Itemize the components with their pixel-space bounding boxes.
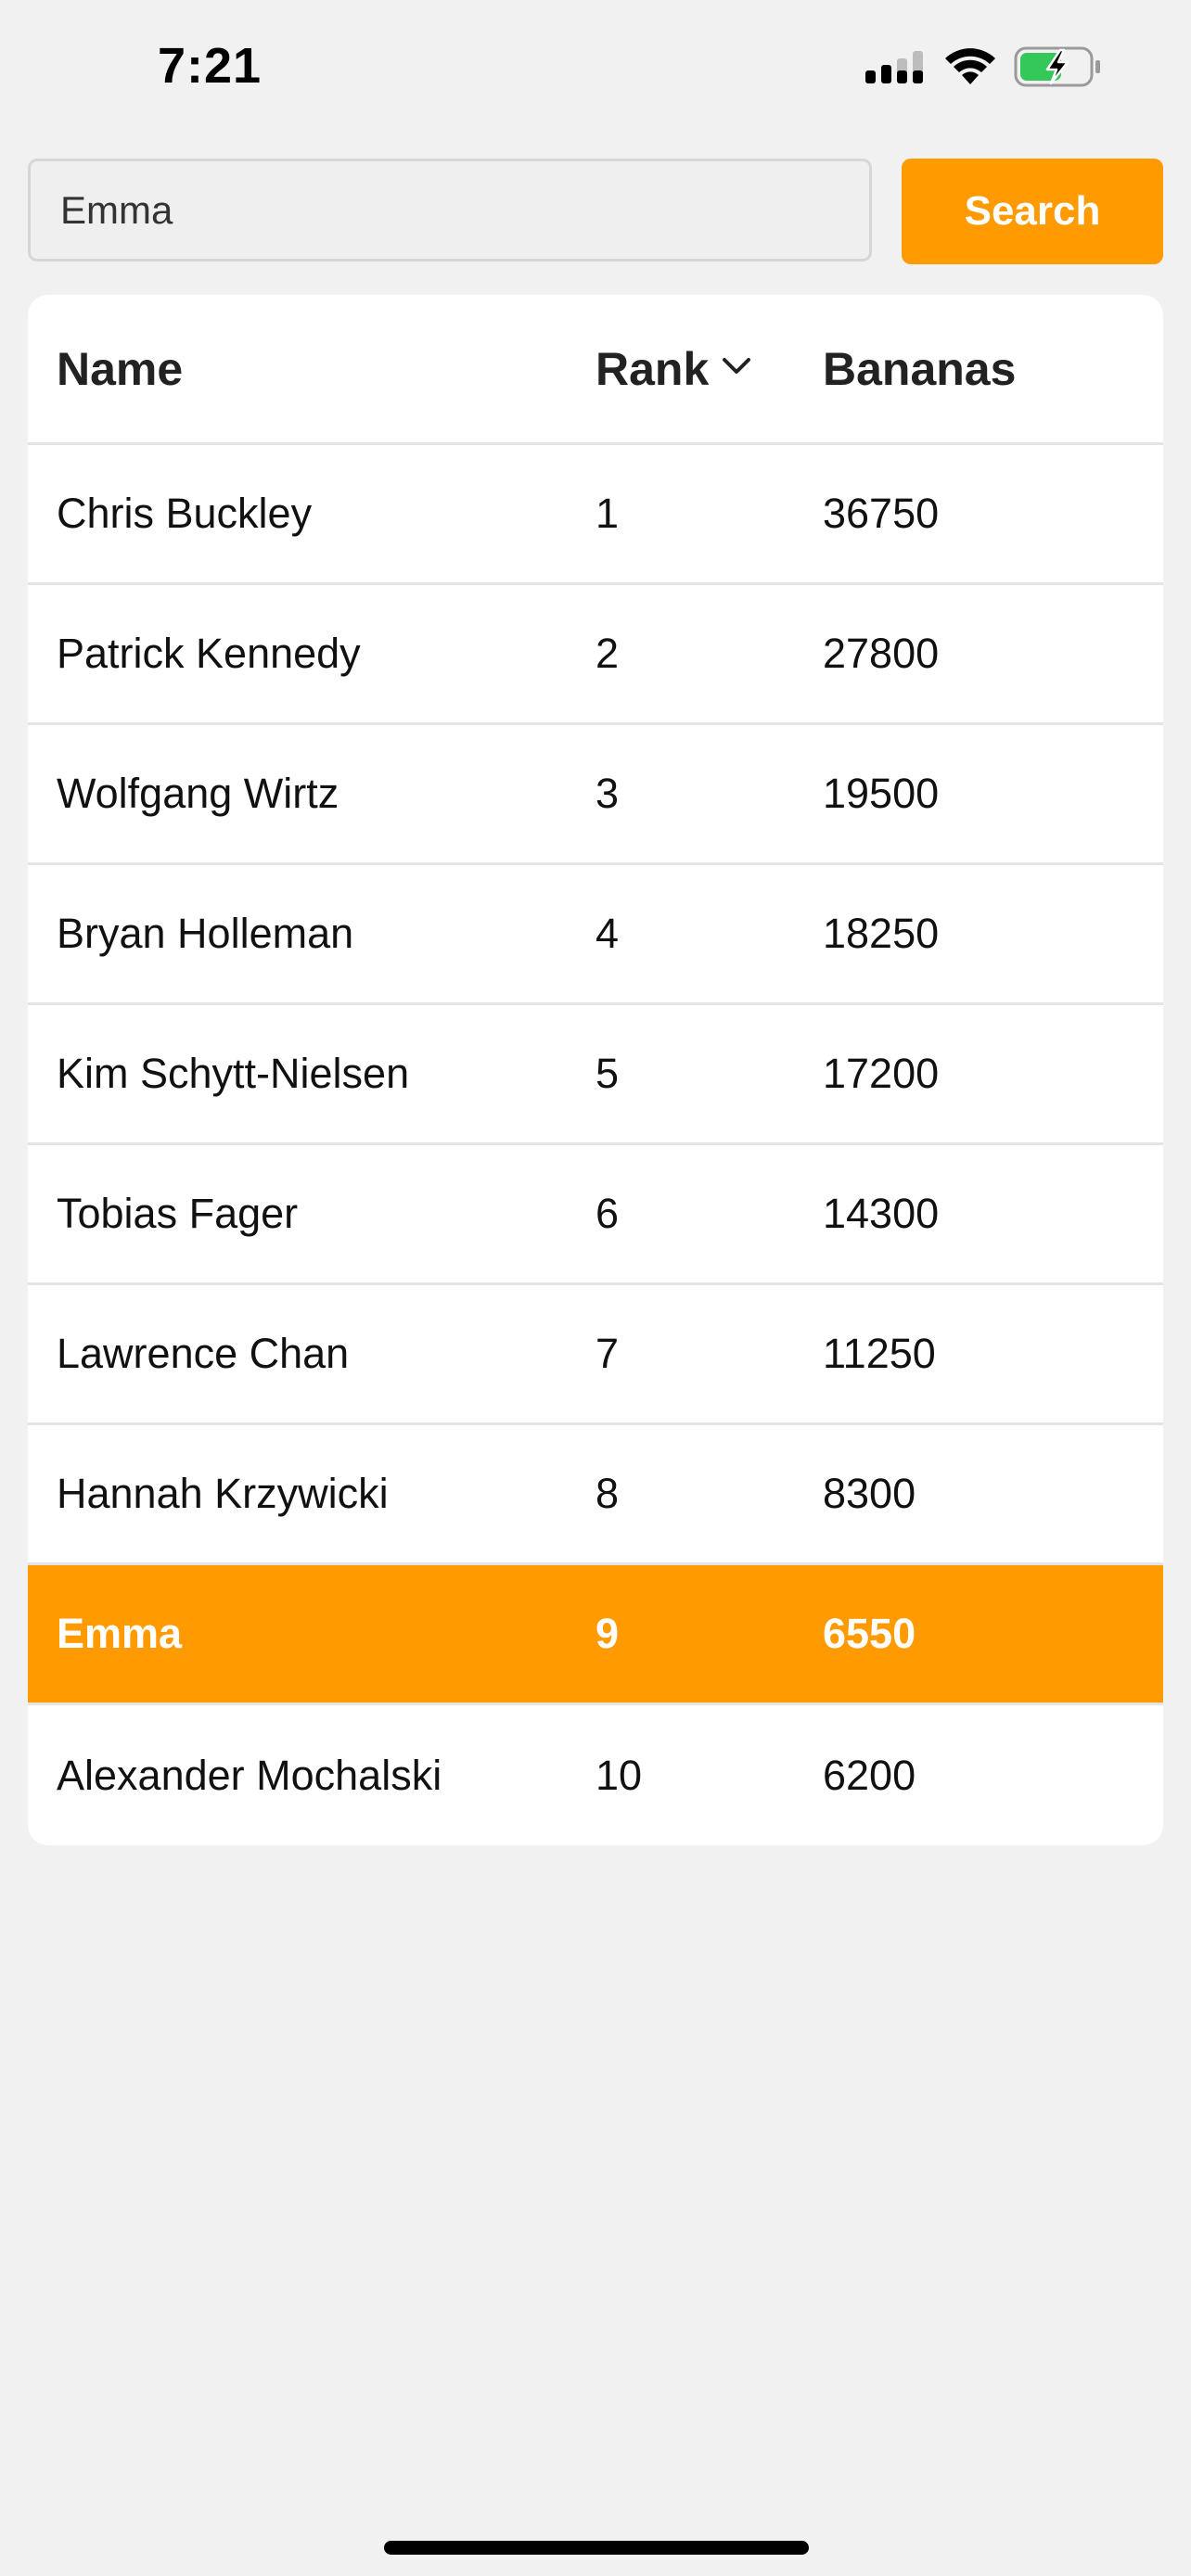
row-rank: 6 (596, 1190, 620, 1237)
table-row[interactable]: Tobias Fager 6 14300 (28, 1145, 1163, 1285)
row-bananas: 19500 (823, 770, 940, 817)
row-name: Emma (57, 1610, 183, 1657)
row-name: Patrick Kennedy (57, 630, 361, 677)
table-row[interactable]: Lawrence Chan 7 11250 (28, 1285, 1163, 1425)
row-rank: 7 (596, 1330, 620, 1377)
row-bananas: 11250 (823, 1330, 936, 1377)
row-bananas: 18250 (823, 910, 940, 957)
table-row[interactable]: Wolfgang Wirtz 3 19500 (28, 725, 1163, 865)
row-name: Kim Schytt-Nielsen (57, 1050, 410, 1097)
column-header-rank[interactable]: Rank (596, 342, 823, 396)
row-rank: 8 (596, 1470, 620, 1517)
chevron-down-icon (722, 357, 751, 380)
status-bar: 7:21 (0, 0, 1191, 139)
search-input[interactable] (28, 159, 872, 261)
row-name: Tobias Fager (57, 1190, 299, 1237)
row-bananas: 27800 (823, 630, 940, 677)
table-row[interactable]: Kim Schytt-Nielsen 5 17200 (28, 1005, 1163, 1145)
row-name: Alexander Mochalski (57, 1751, 442, 1799)
row-rank: 2 (596, 630, 620, 677)
row-name: Hannah Krzywicki (57, 1470, 389, 1517)
row-rank: 1 (596, 490, 620, 537)
search-row: Search (28, 159, 1163, 265)
table-row[interactable]: Patrick Kennedy 2 27800 (28, 585, 1163, 725)
column-header-bananas-label: Bananas (823, 342, 1017, 395)
row-name: Chris Buckley (57, 490, 313, 537)
row-rank: 3 (596, 770, 620, 817)
row-name: Bryan Holleman (57, 910, 354, 957)
signal-icon (865, 48, 927, 85)
row-bananas: 8300 (823, 1470, 916, 1517)
row-bananas: 36750 (823, 490, 940, 537)
column-header-rank-label: Rank (596, 342, 710, 395)
row-bananas: 14300 (823, 1190, 940, 1237)
status-icons (865, 46, 1103, 87)
row-rank: 9 (596, 1610, 620, 1657)
row-bananas: 17200 (823, 1050, 940, 1097)
table-header: Name Rank Bananas (28, 295, 1163, 445)
column-header-name[interactable]: Name (28, 342, 596, 396)
row-name: Wolfgang Wirtz (57, 770, 339, 817)
search-button[interactable]: Search (902, 159, 1163, 264)
row-rank: 10 (596, 1751, 643, 1799)
column-header-name-label: Name (57, 342, 184, 395)
wifi-icon (943, 47, 997, 86)
home-indicator[interactable] (384, 2541, 809, 2555)
status-time: 7:21 (158, 38, 263, 94)
battery-charging-icon (1014, 46, 1103, 87)
row-rank: 5 (596, 1050, 620, 1097)
row-rank: 4 (596, 910, 620, 957)
column-header-bananas[interactable]: Bananas (823, 342, 1163, 396)
row-bananas: 6200 (823, 1751, 916, 1799)
row-name: Lawrence Chan (57, 1330, 350, 1377)
leaderboard-table: Name Rank Bananas Chris Buckley 1 36750 … (28, 295, 1163, 1845)
table-row[interactable]: Alexander Mochalski 10 6200 (28, 1705, 1163, 1845)
row-bananas: 6550 (823, 1610, 916, 1657)
table-row[interactable]: Bryan Holleman 4 18250 (28, 865, 1163, 1005)
table-row[interactable]: Chris Buckley 1 36750 (28, 445, 1163, 585)
table-row-highlighted[interactable]: Emma 9 6550 (28, 1565, 1163, 1705)
table-row[interactable]: Hannah Krzywicki 8 8300 (28, 1425, 1163, 1565)
